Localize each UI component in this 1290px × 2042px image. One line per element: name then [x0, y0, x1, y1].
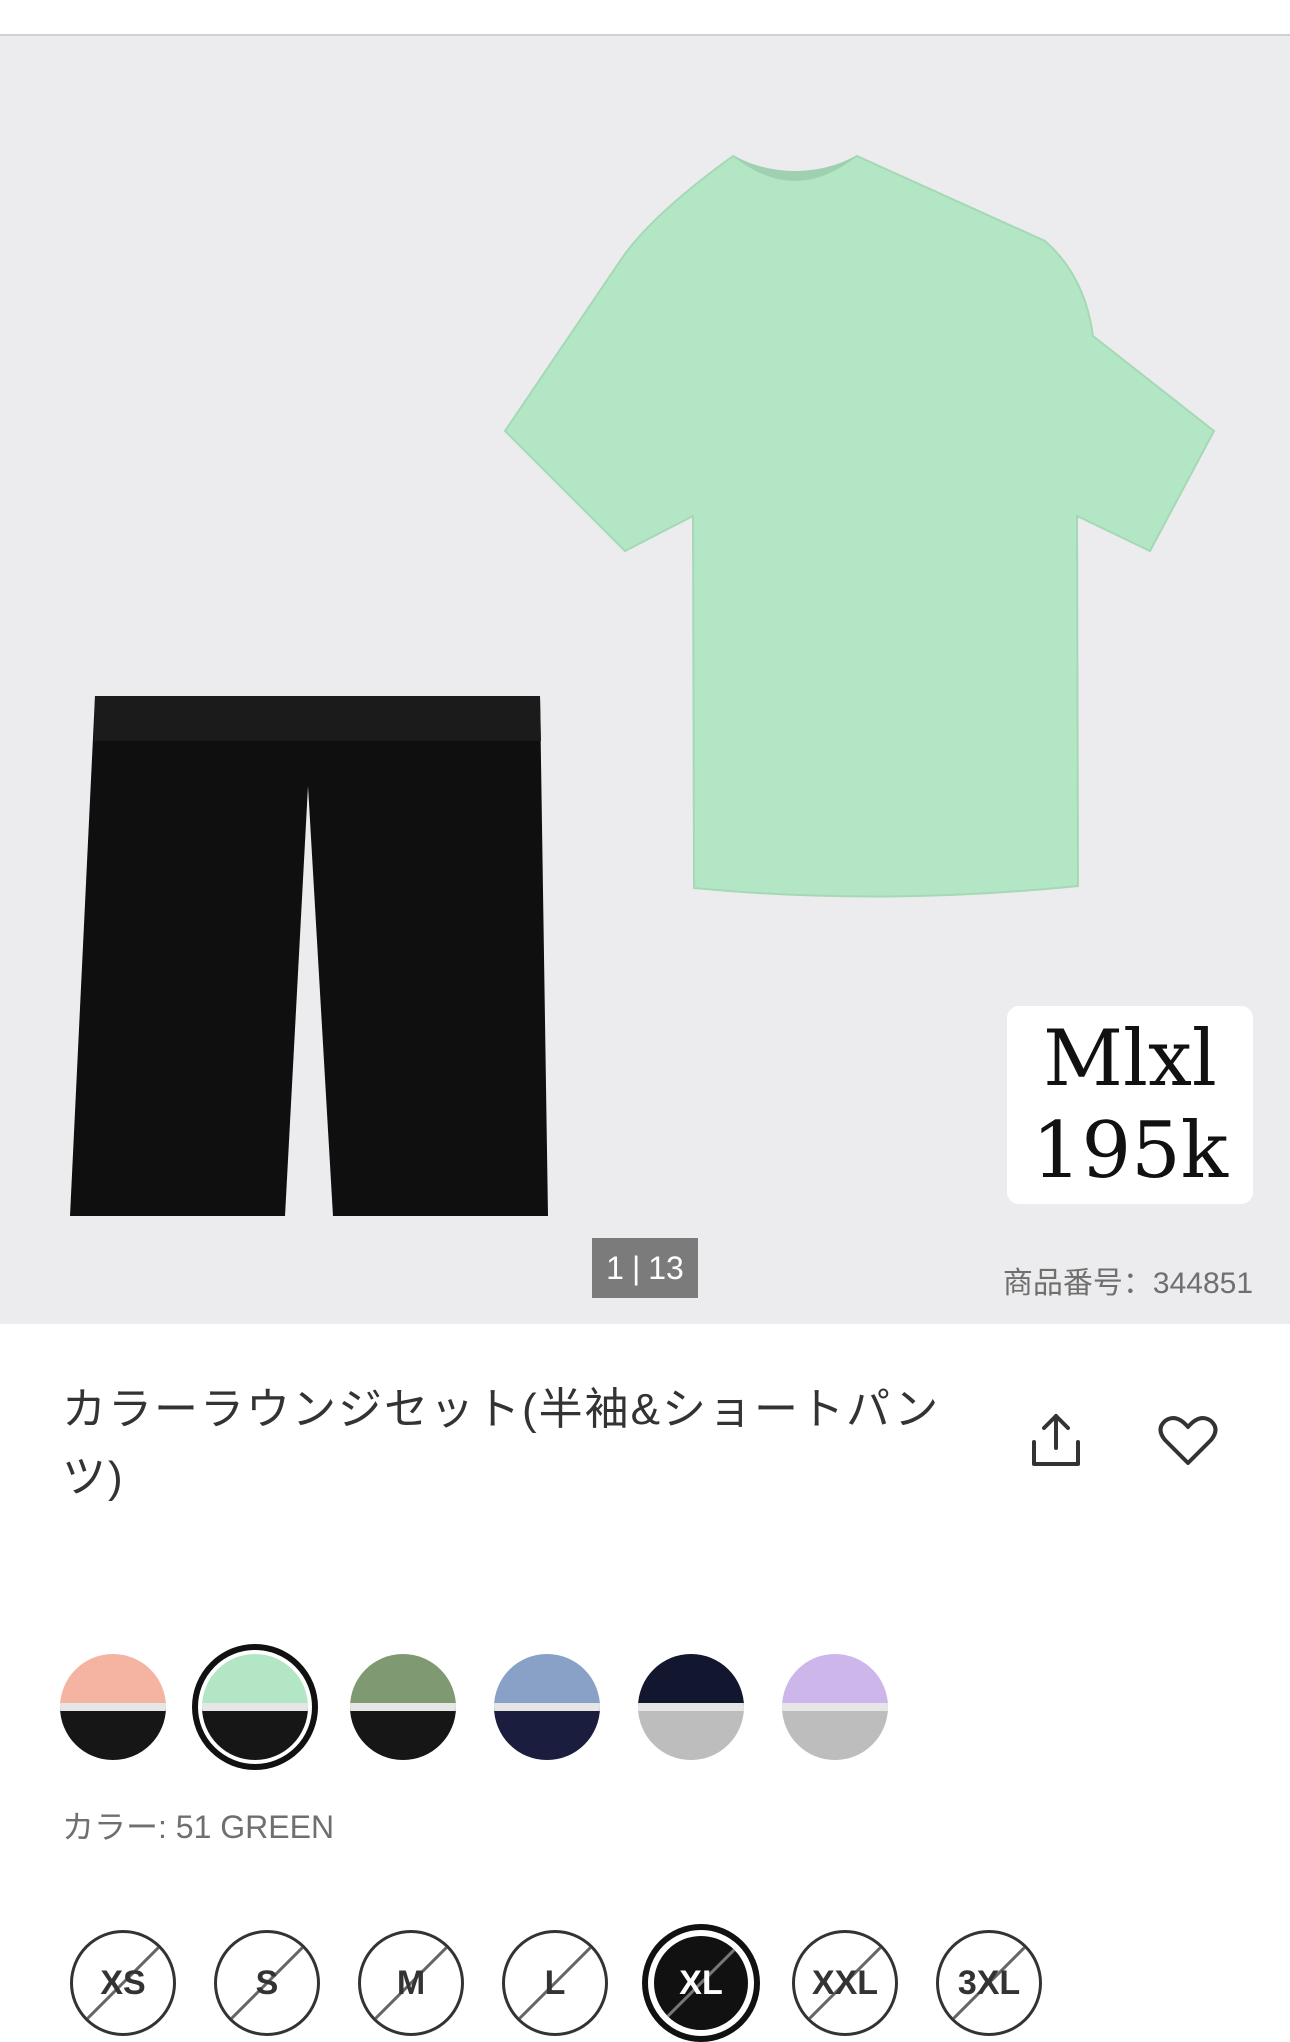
top-bar: [0, 0, 1290, 36]
color-swatch-list: [58, 1644, 918, 1770]
price-badge: Mlxl 195k: [1007, 1006, 1253, 1204]
size-option-label: 3XL: [957, 1963, 1021, 2002]
image-counter-current: 1: [606, 1249, 624, 1286]
size-option-label: L: [544, 1963, 566, 2002]
size-option-l[interactable]: L: [502, 1930, 608, 2036]
shorts-shape: [70, 696, 548, 1216]
share-icon: [1032, 1414, 1080, 1466]
size-option-label: XS: [100, 1963, 146, 2002]
favorite-button[interactable]: [1150, 1402, 1226, 1478]
size-option-3xl[interactable]: 3XL: [936, 1930, 1042, 2036]
shirt-shape: [503, 154, 1216, 898]
size-option-m[interactable]: M: [358, 1930, 464, 2036]
heart-icon: [1158, 1416, 1218, 1465]
size-option-label: XXL: [811, 1963, 879, 2002]
color-swatch-graphic: [350, 1654, 456, 1760]
color-swatch-graphic: [494, 1654, 600, 1760]
product-title: カラーラウンジセット(半袖&ショートパンツ): [62, 1385, 941, 1502]
image-counter: 1 | 13: [592, 1238, 698, 1298]
color-swatch-graphic: [638, 1654, 744, 1760]
color-swatch[interactable]: [780, 1652, 890, 1762]
image-counter-total: 13: [648, 1249, 684, 1286]
size-option-xl[interactable]: XL: [648, 1930, 754, 2036]
selected-color-label: カラー: 51 GREEN: [62, 1809, 335, 1845]
size-option-label: S: [255, 1963, 279, 2002]
color-swatch-graphic: [782, 1654, 888, 1760]
price-badge-price: 195k: [1031, 1106, 1229, 1196]
size-selector: XS S M L XL XXL 3XL: [70, 1930, 1050, 2042]
color-swatch-graphic: [192, 1644, 318, 1770]
share-button[interactable]: [1018, 1402, 1094, 1478]
size-option-label: M: [396, 1963, 426, 2002]
product-image-gallery[interactable]: Mlxl 195k 1 | 13 商品番号：344851: [0, 36, 1290, 1324]
price-badge-sizes: Mlxl: [1043, 1014, 1217, 1104]
color-swatch[interactable]: [492, 1652, 602, 1762]
product-number: 商品番号：344851: [1002, 1267, 1253, 1300]
color-swatch-graphic: [60, 1654, 166, 1760]
size-option-label: XL: [679, 1963, 723, 2002]
color-swatch[interactable]: [636, 1652, 746, 1762]
color-swatch[interactable]: [348, 1652, 458, 1762]
color-swatch[interactable]: [58, 1652, 168, 1762]
color-swatch[interactable]: [192, 1644, 318, 1770]
size-option-xs[interactable]: XS: [70, 1930, 176, 2036]
image-counter-divider: |: [631, 1249, 641, 1286]
shorts-waistband: [94, 696, 541, 741]
size-option-xxl[interactable]: XXL: [792, 1930, 898, 2036]
size-option-s[interactable]: S: [214, 1930, 320, 2036]
